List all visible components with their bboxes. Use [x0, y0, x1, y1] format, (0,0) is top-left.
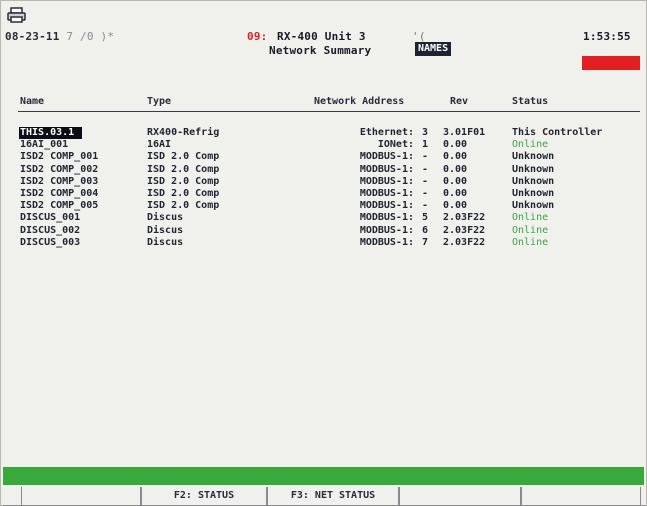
device-name-cell[interactable]: ISD2 COMP_002	[20, 164, 98, 176]
network-address-cell: MODBUS-1:	[359, 151, 414, 163]
revision-cell: 0.00	[443, 175, 468, 187]
column-header-rev: Rev	[450, 96, 469, 107]
column-header-name: Name	[20, 96, 45, 107]
address-index-cell: -	[421, 163, 429, 175]
device-name-cell[interactable]: DISCUS_003	[20, 237, 80, 249]
table-row[interactable]: THIS.03.1 RX400-Refrig Ethernet: 3 3.01F…	[18, 127, 646, 139]
printer-icon[interactable]	[7, 7, 27, 23]
network-address-cell: IONet:	[377, 139, 414, 151]
device-type-cell: RX400-Refrig	[147, 127, 220, 138]
device-name-cell[interactable]: ISD2 COMP_003	[20, 176, 98, 188]
address-index-cell: 6	[421, 224, 429, 236]
revision-cell: 0.00	[443, 200, 468, 212]
table-row[interactable]: DISCUS_002 Discus MODBUS-1: 6 2.03F22 On…	[18, 225, 646, 237]
table-row[interactable]: 16AI_001 16AI IONet: 1 0.00 Online	[18, 139, 646, 151]
address-index-cell: -	[421, 200, 429, 212]
column-header-status: Status	[512, 96, 549, 107]
device-name-cell[interactable]: DISCUS_001	[20, 212, 80, 224]
device-name-cell[interactable]: THIS.03.1	[19, 127, 83, 139]
device-type-cell: ISD 2.0 Comp	[147, 187, 220, 199]
table-row[interactable]: ISD2 COMP_004 ISD 2.0 Comp MODBUS-1: - 0…	[18, 188, 646, 200]
address-index-cell: -	[421, 187, 429, 199]
function-key-f3-net-status[interactable]: F3: NET STATUS	[267, 487, 399, 505]
address-index-cell: 7	[421, 236, 429, 248]
status-cell: Online	[512, 212, 549, 224]
names-view-badge: NAMES	[415, 42, 452, 56]
column-header-type: Type	[147, 96, 172, 107]
device-type-cell: ISD 2.0 Comp	[147, 200, 220, 212]
clock-display: 1:53:55	[583, 30, 631, 43]
address-index-cell: 1	[421, 139, 429, 151]
device-type-cell: ISD 2.0 Comp	[147, 163, 220, 175]
revision-cell: 0.00	[443, 163, 468, 175]
device-name-cell[interactable]: ISD2 COMP_004	[20, 188, 98, 200]
device-type-cell: ISD 2.0 Comp	[147, 175, 220, 187]
revision-cell: 3.01F01	[443, 127, 486, 138]
device-type-cell: Discus	[147, 212, 184, 224]
network-address-cell: MODBUS-1:	[359, 200, 414, 212]
address-index-cell: 5	[421, 212, 429, 224]
header: 08-23-11 7 /0 )* 09: RX-400 Unit 3 '( 1:…	[1, 1, 647, 81]
column-header-network-address: Network Address	[314, 96, 405, 107]
address-index-cell: -	[421, 175, 429, 187]
table-row[interactable]: ISD2 COMP_002 ISD 2.0 Comp MODBUS-1: - 0…	[18, 164, 646, 176]
status-cell: Online	[512, 236, 549, 248]
function-key-f2-status[interactable]: F2: STATUS	[141, 487, 267, 505]
screen-title: Network Summary	[269, 44, 372, 57]
network-summary-table: Name Type Network Address Rev Status THI…	[18, 87, 646, 457]
status-cell: Online	[512, 139, 549, 151]
status-cell: Unknown	[512, 200, 555, 212]
table-row[interactable]: ISD2 COMP_001 ISD 2.0 Comp MODBUS-1: - 0…	[18, 151, 646, 163]
status-cell: Unknown	[512, 163, 555, 175]
table-row[interactable]: DISCUS_001 Discus MODBUS-1: 5 2.03F22 On…	[18, 212, 646, 224]
controller-screen: 08-23-11 7 /0 )* 09: RX-400 Unit 3 '( 1:…	[0, 0, 647, 506]
network-address-cell: MODBUS-1:	[359, 236, 414, 248]
network-address-cell: MODBUS-1:	[359, 224, 414, 236]
address-index-cell: 3	[421, 127, 429, 138]
function-key-bar: F2: STATUS F3: NET STATUS	[3, 487, 646, 506]
function-key-f5[interactable]	[521, 487, 641, 505]
date-faint-text: 7 /0 )*	[59, 30, 115, 43]
device-name-cell[interactable]: ISD2 COMP_005	[20, 200, 98, 212]
date-value: 08-23-11	[5, 30, 60, 43]
device-type-cell: ISD 2.0 Comp	[147, 151, 220, 163]
table-row[interactable]: DISCUS_003 Discus MODBUS-1: 7 2.03F22 On…	[18, 237, 646, 249]
status-cell: This Controller	[512, 127, 603, 138]
unit-name: RX-400 Unit 3	[277, 30, 366, 43]
status-bar	[3, 467, 644, 485]
table-row[interactable]: ISD2 COMP_003 ISD 2.0 Comp MODBUS-1: - 0…	[18, 176, 646, 188]
network-address-cell: MODBUS-1:	[359, 212, 414, 224]
revision-cell: 0.00	[443, 187, 468, 199]
revision-cell: 2.03F22	[443, 224, 486, 236]
revision-cell: 0.00	[443, 139, 468, 151]
address-index-cell: -	[421, 151, 429, 163]
device-type-cell: 16AI	[147, 139, 172, 151]
header-divider	[18, 111, 640, 112]
status-cell: Unknown	[512, 187, 555, 199]
device-type-cell: Discus	[147, 224, 184, 236]
device-name-cell[interactable]: DISCUS_002	[20, 225, 80, 237]
alarm-count[interactable]: 09:	[247, 30, 267, 43]
status-cell: Online	[512, 224, 549, 236]
table-row[interactable]: ISD2 COMP_005 ISD 2.0 Comp MODBUS-1: - 0…	[18, 200, 646, 212]
device-type-cell: Discus	[147, 236, 184, 248]
alarm-indicator[interactable]	[582, 56, 640, 70]
network-address-cell: MODBUS-1:	[359, 175, 414, 187]
function-key-f1[interactable]	[21, 487, 141, 505]
date-display: 08-23-11 7 /0 )*	[5, 30, 114, 43]
revision-cell: 2.03F22	[443, 236, 486, 248]
device-rows: THIS.03.1 RX400-Refrig Ethernet: 3 3.01F…	[18, 127, 646, 249]
network-address-cell: MODBUS-1:	[359, 163, 414, 175]
status-cell: Unknown	[512, 175, 555, 187]
network-address-cell: Ethernet:	[359, 127, 414, 138]
network-address-cell: MODBUS-1:	[359, 187, 414, 199]
device-name-cell[interactable]: 16AI_001	[20, 139, 68, 151]
revision-cell: 0.00	[443, 151, 468, 163]
device-name-cell[interactable]: ISD2 COMP_001	[20, 151, 98, 163]
function-key-f4[interactable]	[399, 487, 521, 505]
status-cell: Unknown	[512, 151, 555, 163]
revision-cell: 2.03F22	[443, 212, 486, 224]
